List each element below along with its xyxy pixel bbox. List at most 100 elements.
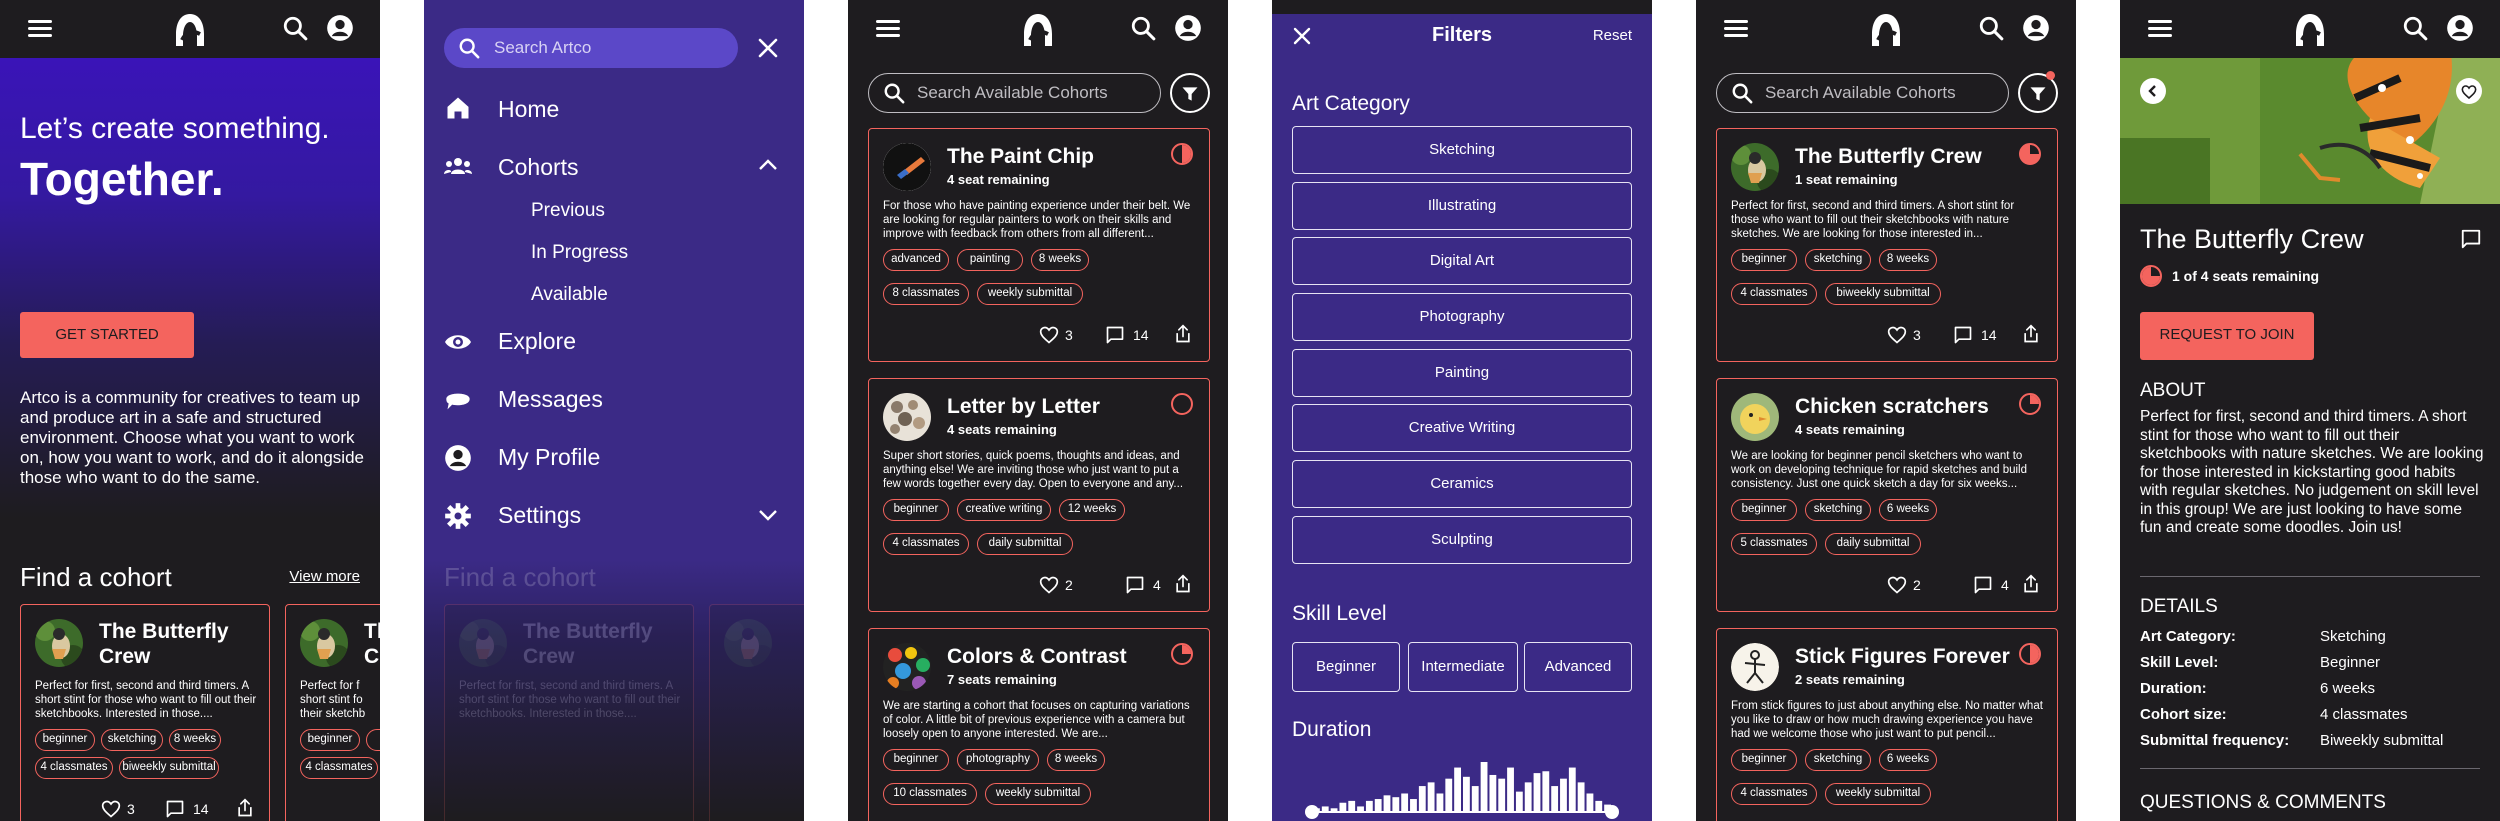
- heart-icon[interactable]: [1887, 325, 1907, 345]
- section-title: Find a cohort: [444, 562, 596, 592]
- share-icon[interactable]: [1173, 573, 1193, 595]
- cohort-card[interactable]: Stick Figures Forever 2 seats remaining …: [1716, 628, 2058, 821]
- search-input[interactable]: Search Artco: [444, 28, 738, 68]
- account-icon[interactable]: [2446, 14, 2474, 42]
- tag: weekly submittal: [985, 783, 1091, 805]
- filter-option-digital-art[interactable]: Digital Art: [1292, 237, 1632, 285]
- menu-item-messages[interactable]: Messages: [498, 386, 603, 413]
- tag: biweekly submittal: [1825, 283, 1941, 305]
- artco-logo[interactable]: [1866, 10, 1906, 50]
- search-placeholder: Search Artco: [494, 38, 592, 57]
- detail-value: Biweekly submittal: [2320, 732, 2444, 749]
- menu-item-explore[interactable]: Explore: [498, 328, 576, 355]
- heart-icon[interactable]: [1039, 325, 1059, 345]
- heart-icon[interactable]: [1039, 575, 1059, 595]
- card-title: Th C: [364, 620, 380, 668]
- hamburger-icon[interactable]: [876, 19, 902, 39]
- submenu-item-available[interactable]: Available: [531, 284, 608, 306]
- cohort-card[interactable]: Chicken scratchers 4 seats remaining We …: [1716, 378, 2058, 612]
- eye-icon: [445, 335, 471, 349]
- comment-icon[interactable]: [165, 799, 185, 819]
- cohort-card[interactable]: Colors & Contrast 7 seats remaining We a…: [868, 628, 1210, 821]
- comment-icon[interactable]: [1953, 325, 1973, 345]
- seat-pie-indicator: [2019, 643, 2041, 665]
- filter-option-ceramics[interactable]: Ceramics: [1292, 460, 1632, 508]
- menu-item-cohorts[interactable]: Cohorts: [498, 154, 579, 181]
- comment-icon[interactable]: [2460, 228, 2482, 250]
- request-to-join-button[interactable]: REQUEST TO JOIN: [2140, 312, 2314, 360]
- filter-option-photography[interactable]: Photography: [1292, 293, 1632, 341]
- account-icon[interactable]: [2022, 14, 2050, 42]
- cohort-card[interactable]: The Butterfly Crew 1 seat remaining Perf…: [1716, 128, 2058, 362]
- artco-logo[interactable]: [1018, 10, 1058, 50]
- seats-remaining: 7 seats remaining: [947, 672, 1057, 687]
- account-icon[interactable]: [326, 14, 354, 42]
- range-handle-min[interactable]: [1305, 805, 1319, 819]
- submenu-item-in-progress[interactable]: In Progress: [531, 242, 628, 264]
- comment-icon[interactable]: [1125, 575, 1145, 595]
- avatar: [1731, 393, 1779, 441]
- get-started-button[interactable]: GET STARTED: [20, 312, 194, 358]
- tag: advanced: [883, 249, 949, 271]
- range-handle-max[interactable]: [1605, 805, 1619, 819]
- hamburger-icon[interactable]: [1724, 19, 1750, 39]
- comment-icon[interactable]: [1105, 325, 1125, 345]
- histogram-bar: [1410, 799, 1417, 812]
- cohort-card[interactable]: The Butterfly Crew Perfect for first, se…: [20, 604, 270, 821]
- filter-option-creative-writing[interactable]: Creative Writing: [1292, 404, 1632, 452]
- skill-option-beginner[interactable]: Beginner: [1292, 642, 1400, 692]
- heart-icon[interactable]: [1887, 575, 1907, 595]
- heart-icon[interactable]: [101, 799, 121, 819]
- close-icon[interactable]: [758, 38, 778, 58]
- filter-option-sketching[interactable]: Sketching: [1292, 126, 1632, 174]
- filter-option-sculpting[interactable]: Sculpting: [1292, 516, 1632, 564]
- seat-pie-indicator: [1171, 143, 1193, 165]
- cohort-card[interactable]: The Paint Chip 4 seat remaining For thos…: [868, 128, 1210, 362]
- skill-option-advanced[interactable]: Advanced: [1524, 642, 1632, 692]
- reset-button[interactable]: Reset: [1593, 27, 1632, 44]
- favorite-button[interactable]: [2456, 78, 2482, 104]
- search-icon[interactable]: [2402, 15, 2428, 41]
- search-icon[interactable]: [1130, 15, 1156, 41]
- cohort-card[interactable]: Th C Perfect for f short stint fo their …: [285, 604, 380, 821]
- share-icon[interactable]: [235, 797, 255, 819]
- submenu-item-previous[interactable]: Previous: [531, 200, 605, 222]
- detail-label: Duration:: [2140, 680, 2207, 697]
- search-icon[interactable]: [282, 15, 308, 41]
- view-more-link[interactable]: View more: [289, 568, 360, 585]
- comment-count: 14: [193, 801, 209, 817]
- artco-logo[interactable]: [2290, 10, 2330, 50]
- back-button[interactable]: [2140, 78, 2166, 104]
- share-icon[interactable]: [1173, 323, 1193, 345]
- menu-item-my-profile[interactable]: My Profile: [498, 444, 600, 471]
- cohort-card[interactable]: Letter by Letter 4 seats remaining Super…: [868, 378, 1210, 612]
- filter-button[interactable]: [2018, 71, 2058, 113]
- filter-button[interactable]: [1170, 73, 1210, 113]
- search-input[interactable]: Search Available Cohorts: [868, 73, 1161, 113]
- account-icon[interactable]: [1174, 14, 1202, 42]
- cohort-card: The Butterfly Crew Perfect for first, se…: [444, 604, 694, 821]
- filter-option-painting[interactable]: Painting: [1292, 349, 1632, 397]
- histogram-bar: [1339, 802, 1347, 812]
- chevron-up-icon[interactable]: [758, 158, 778, 172]
- comment-icon[interactable]: [1973, 575, 1993, 595]
- tag: daily submittal: [977, 533, 1073, 555]
- filter-option-illustrating[interactable]: Illustrating: [1292, 182, 1632, 230]
- top-app-bar: [2120, 0, 2500, 58]
- duration-histogram: [1305, 762, 1619, 819]
- search-icon[interactable]: [1978, 15, 2004, 41]
- menu-item-settings[interactable]: Settings: [498, 502, 581, 529]
- artco-logo[interactable]: [170, 10, 210, 50]
- chevron-down-icon[interactable]: [758, 508, 778, 522]
- share-icon[interactable]: [2021, 323, 2041, 345]
- skill-option-intermediate[interactable]: Intermediate: [1408, 642, 1518, 692]
- share-icon[interactable]: [2021, 573, 2041, 595]
- card-title: The Butterfly Crew: [1795, 145, 1982, 168]
- tag: beginner: [883, 749, 949, 771]
- search-input[interactable]: Search Available Cohorts: [1716, 73, 2009, 113]
- menu-item-home[interactable]: Home: [498, 96, 559, 123]
- hamburger-icon[interactable]: [2148, 19, 2174, 39]
- skill-level-label: Skill Level: [1292, 602, 1387, 625]
- hamburger-icon[interactable]: [28, 19, 54, 39]
- card-description: Super short stories, quick poems, though…: [883, 450, 1184, 490]
